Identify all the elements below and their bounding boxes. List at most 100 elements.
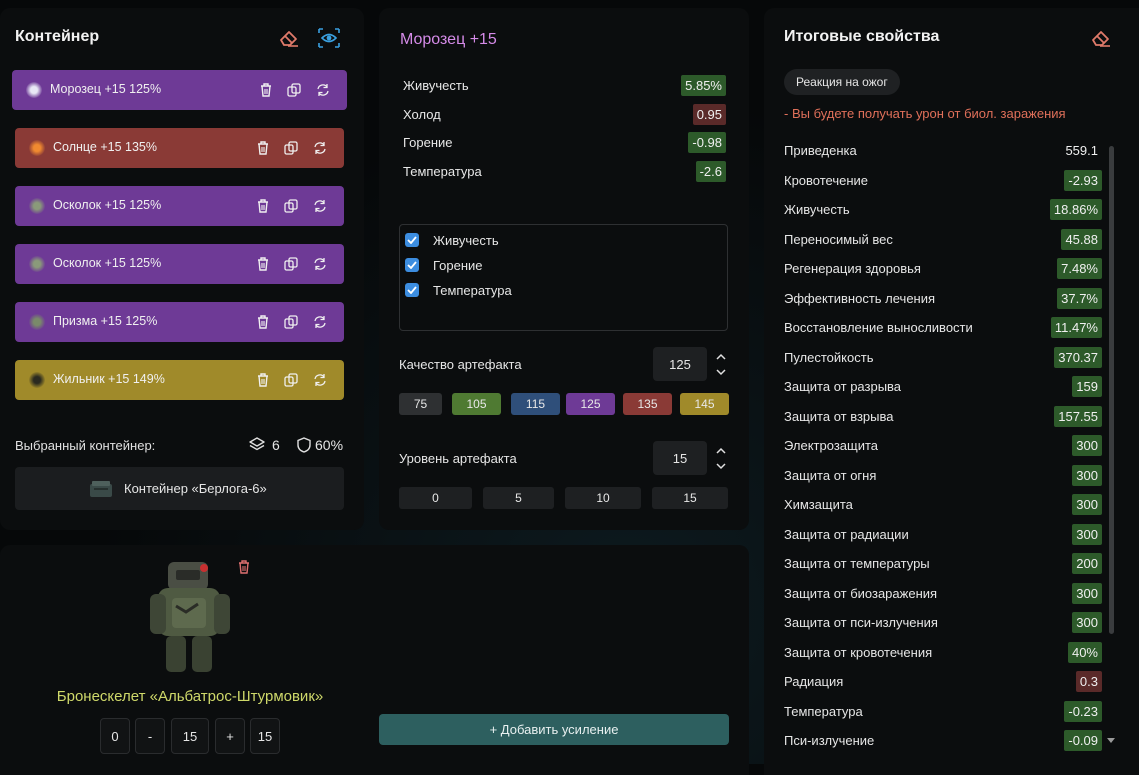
artifact-label: Солнце +15 135% [53,140,157,154]
property-row: Пси-излучение -0.09 [784,729,1116,753]
artifact-row[interactable]: Призма +15 125% [15,302,344,342]
refresh-icon[interactable] [314,81,332,99]
property-value: 7.48% [1057,258,1102,279]
filter-checkbox[interactable]: Горение [405,256,483,274]
level-option[interactable]: 0 [399,487,472,509]
quality-option[interactable]: 105 [452,393,501,415]
property-value: 0.3 [1075,671,1102,692]
scrollbar[interactable] [1109,146,1114,634]
level-option[interactable]: 15 [652,487,728,509]
copy-icon[interactable] [282,313,300,331]
copy-icon[interactable] [285,81,303,99]
level-option[interactable]: 10 [565,487,641,509]
level-max-button[interactable]: 15 [250,718,280,754]
property-value: 300 [1072,435,1102,456]
armor-level-input[interactable]: 15 [171,718,209,754]
trash-icon[interactable] [254,313,272,331]
property-label: Защита от кровотечения [784,644,933,660]
artifact-row[interactable]: Морозец +15 125% [12,70,347,110]
property-label: Защита от биозаражения [784,585,938,601]
artifact-title: Морозец +15 [400,31,497,48]
trash-icon[interactable] [236,558,252,576]
quality-input[interactable]: 125 [653,347,707,381]
property-value: 300 [1072,582,1102,604]
property-label: Пулестойкость [784,349,874,365]
property-label: Электрозащита [784,438,879,453]
eye-icon[interactable] [317,27,341,49]
chevron-up-icon[interactable] [714,444,728,456]
trash-icon[interactable] [254,371,272,389]
copy-icon[interactable] [282,255,300,273]
trash-icon[interactable] [254,139,272,157]
property-label: Кровотечение [784,172,869,188]
property-value: 370.37 [1054,346,1102,368]
trash-icon[interactable] [254,255,272,273]
property-label: Защита от пси-излучения [784,615,938,630]
container-select-button[interactable]: Контейнер «Берлога-6» [15,467,344,510]
property-value: 45.88 [1061,228,1102,250]
stat-label: Холод [403,106,441,122]
final-panel-title: Итоговые свойства [784,28,940,45]
artifact-row[interactable]: Осколок +15 125% [15,244,344,284]
artifact-icon [29,372,45,388]
property-row: Защита от огня 300 [784,464,1116,488]
property-row: Защита от разрыва 159 [784,375,1116,399]
property-value: 37.7% [1057,287,1102,309]
eraser-icon[interactable] [1090,28,1112,48]
refresh-icon[interactable] [311,313,329,331]
artifact-label: Морозец +15 125% [50,82,162,96]
property-row: Живучесть 18.86% [784,198,1116,222]
quality-option[interactable]: 115 [511,393,560,415]
property-value: 300 [1072,464,1102,486]
property-row: Восстановление выносливости 11.47% [784,316,1116,340]
refresh-icon[interactable] [311,139,329,157]
property-row: Защита от радиации 300 [784,523,1116,547]
copy-icon[interactable] [282,371,300,389]
scroll-down-icon[interactable] [1106,736,1116,744]
trash-icon[interactable] [254,197,272,215]
refresh-icon[interactable] [311,255,329,273]
filter-checkbox[interactable]: Температура [405,281,512,299]
property-label: Защита от температуры [784,556,930,571]
chevron-down-icon[interactable] [714,460,728,472]
property-row: Температура -0.23 [784,700,1116,724]
property-row: Приведенка 559.1 [784,139,1116,163]
level-input[interactable]: 15 [653,441,707,475]
property-label: Пси-излучение [784,733,875,748]
property-row: Переносимый вес 45.88 [784,228,1116,252]
copy-icon[interactable] [282,139,300,157]
refresh-icon[interactable] [311,197,329,215]
filter-checkbox[interactable]: Живучесть [405,231,499,249]
property-value: 559.1 [1065,143,1098,158]
refresh-icon[interactable] [311,371,329,389]
artifact-row[interactable]: Осколок +15 125% [15,186,344,226]
level-option[interactable]: 5 [483,487,554,509]
property-value: -0.23 [1064,700,1102,722]
trash-icon[interactable] [257,81,275,99]
quality-option[interactable]: 75 [399,393,442,415]
property-row: Защита от взрыва 157.55 [784,405,1116,429]
level-decrease-button[interactable]: - [135,718,165,754]
reaction-badge: Реакция на ожог [784,69,900,95]
add-enhancement-button[interactable]: + Добавить усиление [379,714,729,745]
checkbox-label: Температура [433,282,512,298]
selected-container-label: Выбранный контейнер: [15,438,156,453]
artifact-row[interactable]: Жильник +15 149% [15,360,344,400]
artifact-icon [29,198,45,214]
chevron-down-icon[interactable] [714,366,728,378]
property-label: Защита от огня [784,467,877,483]
copy-icon[interactable] [282,197,300,215]
artifact-row[interactable]: Солнце +15 135% [15,128,344,168]
level-min-button[interactable]: 0 [100,718,130,754]
eraser-icon[interactable] [278,28,300,48]
chevron-up-icon[interactable] [714,350,728,362]
property-row: Химзащита 300 [784,493,1116,517]
checkbox-label: Горение [433,257,483,273]
property-value: 157.55 [1054,405,1102,427]
level-increase-button[interactable]: + [215,718,245,754]
quality-option[interactable]: 135 [623,393,672,415]
quality-option[interactable]: 145 [680,393,729,415]
property-row: Защита от биозаражения 300 [784,582,1116,606]
quality-option[interactable]: 125 [566,393,615,415]
property-label: Регенерация здоровья [784,261,921,276]
